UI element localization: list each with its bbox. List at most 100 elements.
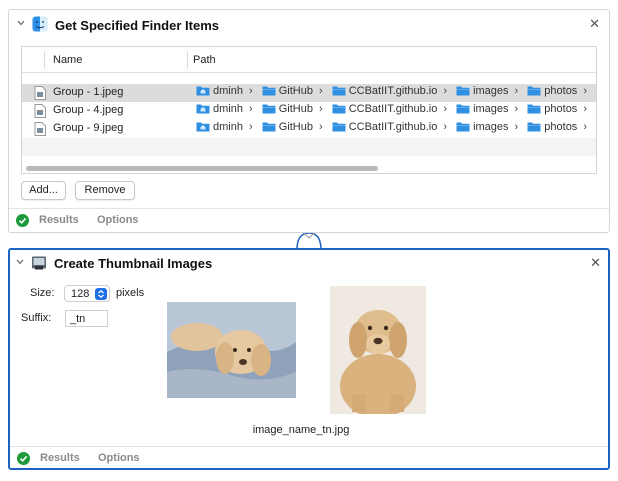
path-chevron: › [583, 85, 587, 97]
path-segment: CCBatIIT.github.io [332, 121, 437, 133]
action-footer: Results Options [9, 208, 609, 232]
path-segment: images [456, 103, 509, 115]
dog-photo-portrait [330, 286, 426, 414]
jpeg-file-icon [34, 104, 46, 118]
home-folder-icon [196, 86, 210, 96]
suffix-value: _tn [70, 313, 86, 325]
finder-icon [32, 16, 48, 32]
action-header: Get Specified Finder Items ✕ [9, 10, 609, 40]
file-path: dminh › GitHub › CCBatIIT.github.io › image… [196, 103, 593, 115]
jpeg-file-icon [34, 86, 46, 100]
folder-icon [332, 86, 346, 96]
options-tab[interactable]: Options [97, 214, 139, 226]
path-segment: images [456, 121, 509, 133]
folder-icon [527, 86, 541, 96]
path-chevron: › [583, 121, 587, 133]
chevron-down-icon[interactable] [16, 258, 24, 266]
table-row[interactable]: Group - 9.jpeg dminh › GitHub › CCBatIIT.g… [22, 120, 596, 138]
checkmark-circle-icon [16, 214, 29, 227]
path-chevron: › [248, 121, 253, 133]
results-tab[interactable]: Results [40, 452, 80, 464]
path-chevron: › [318, 103, 323, 115]
column-header-name[interactable]: Name [53, 54, 82, 66]
results-tab[interactable]: Results [39, 214, 79, 226]
path-chevron: › [248, 103, 253, 115]
jpeg-file-icon [34, 122, 46, 136]
file-path: dminh › GitHub › CCBatIIT.github.io › image… [196, 121, 593, 133]
close-icon[interactable]: ✕ [589, 17, 600, 30]
folder-icon [332, 104, 346, 114]
path-chevron: › [443, 121, 448, 133]
file-name: Group - 4.jpeg [53, 104, 124, 116]
action-title: Create Thumbnail Images [54, 256, 213, 271]
action-title: Get Specified Finder Items [55, 18, 219, 33]
home-folder-icon [196, 104, 210, 114]
suffix-field[interactable]: _tn [65, 310, 108, 327]
path-chevron: › [248, 85, 253, 97]
path-segment: GitHub [262, 103, 313, 115]
size-unit: pixels [116, 287, 145, 299]
path-segment: photos [527, 121, 577, 133]
path-chevron: › [443, 103, 448, 115]
remove-button[interactable]: Remove [75, 181, 135, 200]
chevron-down-icon[interactable] [17, 19, 25, 27]
path-chevron: › [514, 121, 519, 133]
size-label: Size: [30, 287, 55, 299]
column-separator[interactable] [187, 51, 188, 69]
action-footer: Results Options [10, 446, 608, 470]
path-segment: photos [527, 85, 577, 97]
size-value: 128 [71, 288, 90, 300]
table-row[interactable]: Group - 4.jpeg dminh › GitHub › CCBatIIT.g… [22, 102, 596, 120]
folder-icon [262, 86, 276, 96]
folder-icon [456, 122, 470, 132]
path-chevron: › [318, 121, 323, 133]
folder-icon [262, 104, 276, 114]
suffix-label: Suffix: [21, 312, 52, 324]
folder-icon [527, 104, 541, 114]
path-segment: CCBatIIT.github.io [332, 103, 437, 115]
path-chevron: › [514, 103, 519, 115]
path-chevron: › [443, 85, 448, 97]
finder-items-table[interactable]: Name Path Group - 1.jpeg dminh › GitHub › … [21, 46, 597, 174]
folder-icon [456, 104, 470, 114]
action-create-thumbnail-images[interactable]: Create Thumbnail Images ✕ Size: 128 pixe… [8, 248, 610, 470]
close-icon[interactable]: ✕ [590, 256, 601, 269]
options-tab[interactable]: Options [98, 452, 140, 464]
folder-icon [262, 122, 276, 132]
file-path: dminh › GitHub › CCBatIIT.github.io › image… [196, 85, 593, 97]
path-segment: dminh [196, 103, 243, 115]
size-popup[interactable]: 128 [64, 285, 110, 302]
table-row-empty [22, 138, 596, 156]
path-segment: GitHub [262, 85, 313, 97]
path-chevron: › [514, 85, 519, 97]
file-name: Group - 9.jpeg [53, 122, 124, 134]
path-segment: dminh [196, 121, 243, 133]
thumbnail-preview-landscape [167, 302, 296, 398]
chevron-up-down-icon [95, 288, 107, 300]
thumbnail-caption: image_name_tn.jpg [252, 424, 350, 436]
checkmark-circle-icon [17, 452, 30, 465]
column-separator[interactable] [44, 51, 45, 69]
thumbnail-action-icon [32, 256, 46, 270]
path-chevron: › [583, 103, 587, 115]
path-segment: CCBatIIT.github.io [332, 85, 437, 97]
file-name: Group - 1.jpeg [53, 86, 124, 98]
column-header-path[interactable]: Path [193, 54, 216, 66]
action-header: Create Thumbnail Images ✕ [10, 250, 608, 280]
horizontal-scrollbar[interactable] [26, 166, 378, 171]
add-button[interactable]: Add... [21, 181, 66, 200]
thumbnail-preview-portrait [330, 286, 426, 414]
folder-icon [332, 122, 346, 132]
dog-photo-landscape [167, 302, 296, 398]
path-segment: GitHub [262, 121, 313, 133]
action-get-specified-finder-items[interactable]: Get Specified Finder Items ✕ Name Path G… [8, 9, 610, 233]
table-header: Name Path [22, 47, 596, 73]
folder-icon [456, 86, 470, 96]
path-segment: dminh [196, 85, 243, 97]
path-segment: images [456, 85, 509, 97]
folder-icon [527, 122, 541, 132]
path-segment: photos [527, 103, 577, 115]
home-folder-icon [196, 122, 210, 132]
table-row[interactable]: Group - 1.jpeg dminh › GitHub › CCBatIIT.g… [22, 84, 596, 102]
path-chevron: › [318, 85, 323, 97]
